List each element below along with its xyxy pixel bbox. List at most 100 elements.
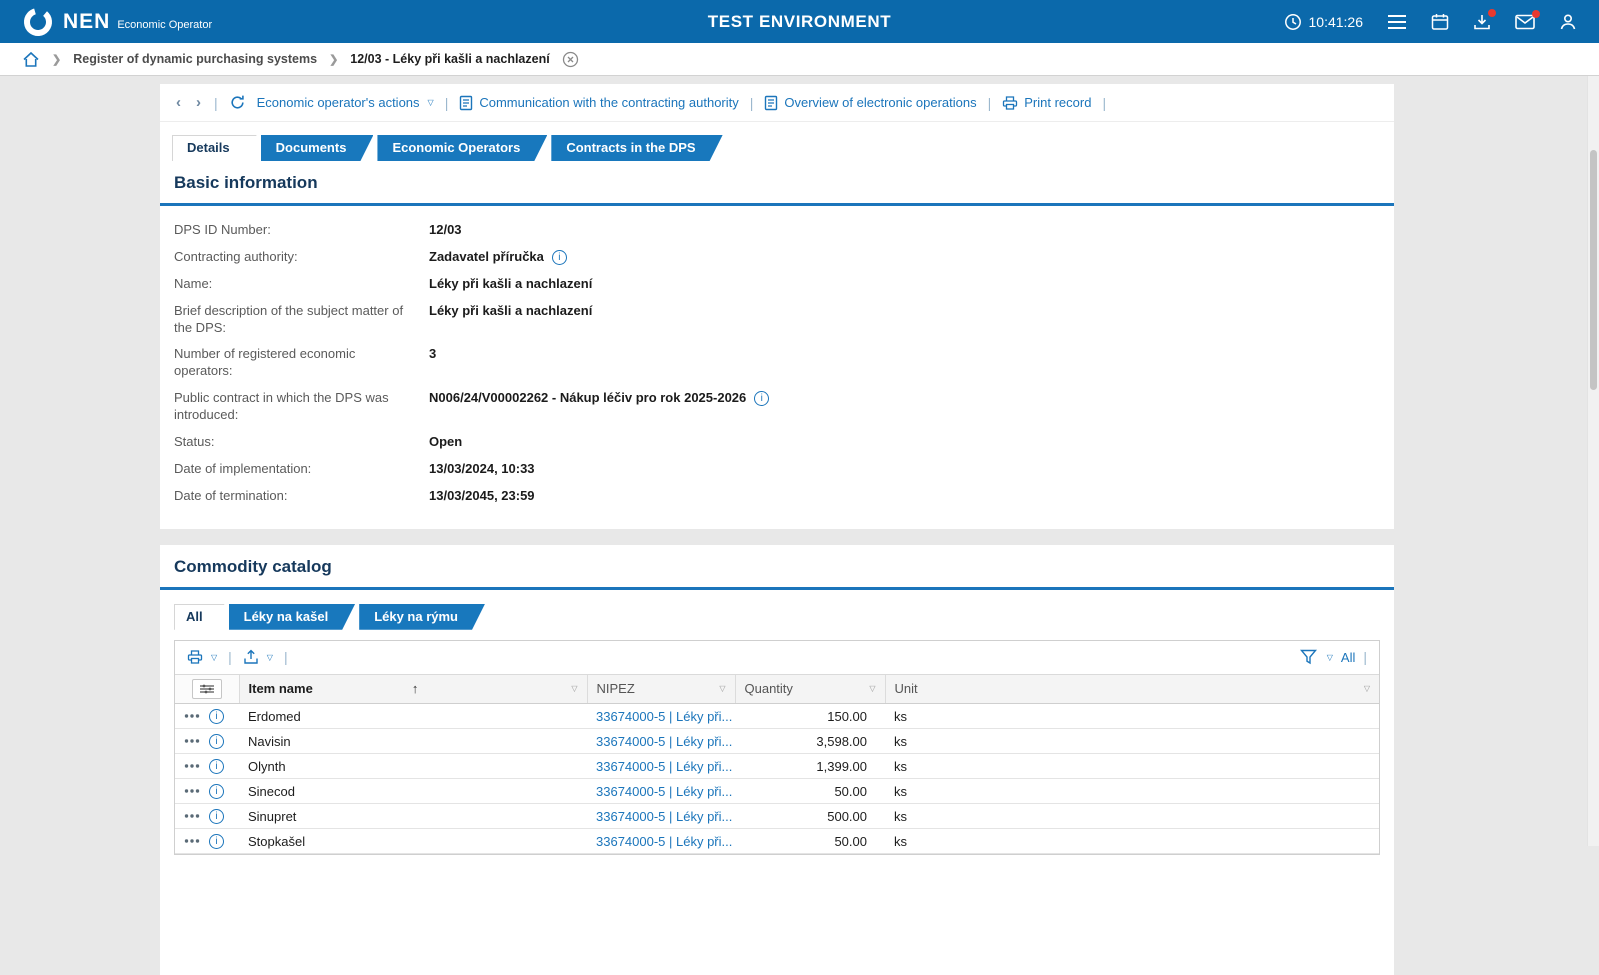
row-menu-icon[interactable] (184, 738, 200, 744)
cell-quantity: 50.00 (735, 779, 885, 804)
tab-label: Léky na rýmu (374, 609, 458, 624)
row-menu-icon[interactable] (184, 813, 200, 819)
actions-dropdown[interactable]: Economic operator's actions ▽ (257, 95, 434, 110)
breadcrumb-separator-icon: ❯ (52, 53, 61, 66)
breadcrumb: ❯ Register of dynamic purchasing systems… (0, 43, 1599, 76)
cell-item-name: Navisin (239, 729, 587, 754)
user-icon[interactable] (1559, 13, 1577, 31)
mail-badge (1532, 10, 1540, 18)
tab-contracts-in-dps[interactable]: Contracts in the DPS (551, 135, 722, 161)
nipez-link[interactable]: 33674000-5 | Léky při... (596, 734, 732, 749)
nipez-link[interactable]: 33674000-5 | Léky při... (596, 784, 732, 799)
field-label: Name: (174, 276, 429, 293)
row-info-icon[interactable] (209, 809, 224, 824)
tab-economic-operators[interactable]: Economic Operators (377, 135, 547, 161)
nipez-link[interactable]: 33674000-5 | Léky při... (596, 759, 732, 774)
chevron-right-icon[interactable]: › (194, 94, 203, 111)
download-badge (1488, 9, 1496, 17)
row-info-icon[interactable] (209, 784, 224, 799)
toolbar-separator: | (988, 95, 992, 111)
tab-leky-na-kasel[interactable]: Léky na kašel (229, 604, 356, 630)
scrollbar[interactable] (1587, 76, 1599, 846)
row-menu-icon[interactable] (184, 838, 200, 844)
header-item-name[interactable]: Item name ▽ (239, 675, 587, 704)
row-info-icon[interactable] (209, 759, 224, 774)
table-row[interactable]: Sinupret 33674000-5 | Léky při... 500.00… (175, 804, 1379, 829)
cell-unit: ks (885, 704, 1379, 729)
print-table-button[interactable]: ▽ (187, 649, 217, 665)
row-info-icon[interactable] (209, 834, 224, 849)
cell-unit: ks (885, 754, 1379, 779)
refresh-icon[interactable] (229, 94, 246, 111)
filter-caret-icon[interactable]: ▽ (719, 684, 725, 693)
printer-icon (1002, 95, 1018, 111)
table-header-row: Item name ▽ NIPEZ ▽ (175, 675, 1379, 704)
filter-funnel-icon[interactable] (1300, 649, 1317, 665)
cell-item-name: Stopkašel (239, 829, 587, 854)
scrollbar-thumb[interactable] (1590, 150, 1597, 390)
document-icon (764, 95, 778, 111)
table-row[interactable]: Stopkašel 33674000-5 | Léky při... 50.00… (175, 829, 1379, 854)
tab-label: Economic Operators (392, 140, 520, 155)
column-header-label: Quantity (745, 681, 870, 696)
tab-label: Documents (276, 140, 347, 155)
nen-logo-icon (22, 6, 54, 38)
commodity-catalog-title: Commodity catalog (160, 545, 1394, 590)
field-row: Public contract in which the DPS was int… (174, 390, 1380, 424)
communication-link[interactable]: Communication with the contracting autho… (459, 95, 738, 111)
record-tabs: Details Documents Economic Operators Con… (172, 135, 1394, 161)
field-label: Public contract in which the DPS was int… (174, 390, 429, 424)
commodity-catalog-card: Commodity catalog All Léky na kašel Léky… (160, 545, 1394, 975)
row-info-icon[interactable] (209, 709, 224, 724)
export-button[interactable]: ▽ (243, 649, 273, 665)
overview-link[interactable]: Overview of electronic operations (764, 95, 976, 111)
table-settings-icon[interactable] (192, 679, 222, 699)
home-icon[interactable] (22, 51, 40, 68)
chevron-down-icon: ▽ (211, 653, 217, 662)
nen-logo[interactable]: NEN Economic Operator (22, 6, 212, 38)
tab-all[interactable]: All (174, 604, 225, 630)
breadcrumb-item-register[interactable]: Register of dynamic purchasing systems (73, 52, 317, 66)
toolbar-separator: | (284, 649, 288, 665)
table-row[interactable]: Sinecod 33674000-5 | Léky při... 50.00 k… (175, 779, 1379, 804)
table-row[interactable]: Olynth 33674000-5 | Léky při... 1,399.00… (175, 754, 1379, 779)
header-nipez[interactable]: NIPEZ ▽ (587, 675, 735, 704)
tab-details[interactable]: Details (172, 135, 257, 161)
mail-icon[interactable] (1515, 14, 1535, 30)
calendar-icon[interactable] (1431, 13, 1449, 31)
field-value status-value: Open (429, 434, 462, 451)
tab-leky-na-rymu[interactable]: Léky na rýmu (359, 604, 485, 630)
header-unit[interactable]: Unit ▽ (885, 675, 1379, 704)
field-value: Léky při kašli a nachlazení (429, 276, 592, 293)
toolbar-separator: | (214, 95, 218, 111)
header-quantity[interactable]: Quantity ▽ (735, 675, 885, 704)
chevron-left-icon[interactable]: ‹ (174, 94, 183, 111)
row-menu-icon[interactable] (184, 763, 200, 769)
download-icon[interactable] (1473, 13, 1491, 31)
print-record-link[interactable]: Print record (1002, 95, 1091, 111)
chevron-down-icon[interactable]: ▽ (1327, 653, 1333, 662)
nipez-link[interactable]: 33674000-5 | Léky při... (596, 834, 732, 849)
close-record-icon[interactable] (562, 51, 579, 68)
nipez-link[interactable]: 33674000-5 | Léky při... (596, 809, 732, 824)
cell-quantity: 50.00 (735, 829, 885, 854)
row-menu-icon[interactable] (184, 788, 200, 794)
filter-caret-icon[interactable]: ▽ (1364, 684, 1370, 693)
info-icon[interactable] (552, 250, 567, 265)
communication-link-label: Communication with the contracting autho… (479, 95, 738, 110)
menu-icon[interactable] (1387, 14, 1407, 30)
tab-label: All (186, 609, 203, 624)
catalog-table-block: ▽ | ▽ | ▽ All | (174, 640, 1380, 856)
tab-documents[interactable]: Documents (261, 135, 374, 161)
row-info-icon[interactable] (209, 734, 224, 749)
table-row[interactable]: Erdomed 33674000-5 | Léky při... 150.00 … (175, 704, 1379, 729)
filter-all-label[interactable]: All (1341, 650, 1355, 665)
filter-caret-icon[interactable]: ▽ (571, 684, 577, 693)
nipez-link[interactable]: 33674000-5 | Léky při... (596, 709, 732, 724)
toolbar-separator: | (1102, 95, 1106, 111)
info-icon[interactable] (754, 391, 769, 406)
filter-caret-icon[interactable]: ▽ (869, 684, 875, 693)
table-row[interactable]: Navisin 33674000-5 | Léky při... 3,598.0… (175, 729, 1379, 754)
row-menu-icon[interactable] (184, 713, 200, 719)
field-value: N006/24/V00002262 - Nákup léčiv pro rok … (429, 390, 769, 424)
